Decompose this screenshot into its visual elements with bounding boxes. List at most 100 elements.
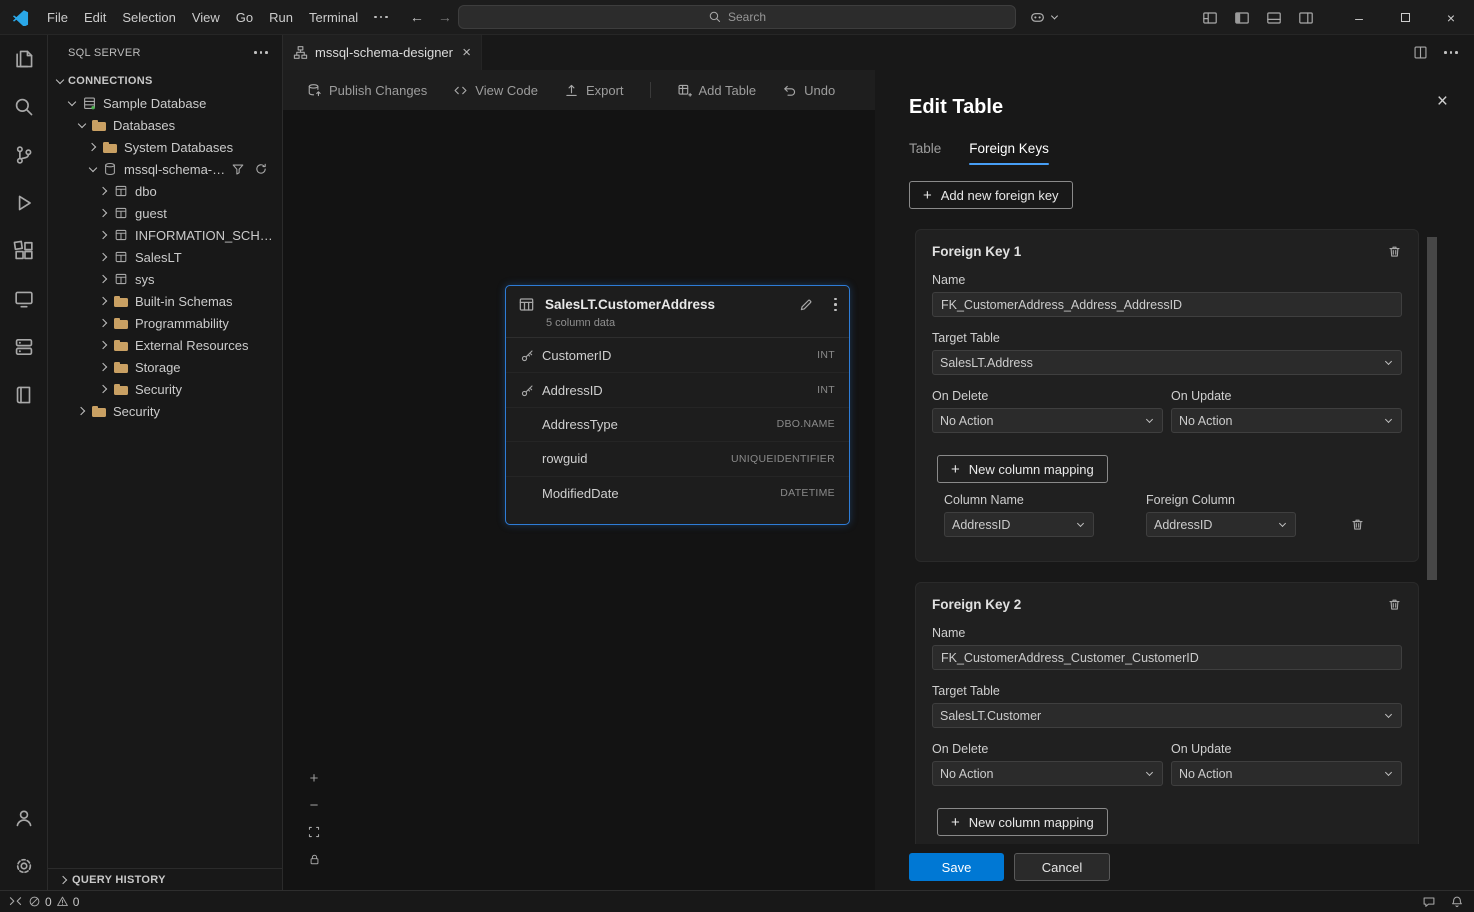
add-table-button[interactable]: Add Table — [677, 83, 757, 98]
column-row[interactable]: ModifiedDate DATETIME — [506, 476, 849, 510]
command-center-search[interactable]: Search — [458, 5, 1016, 29]
refresh-icon[interactable] — [254, 162, 268, 176]
tree-item-guest[interactable]: guest — [48, 202, 282, 224]
column-row[interactable]: rowguid UNIQUEIDENTIFIER — [506, 441, 849, 475]
feedback-icon[interactable] — [1422, 895, 1436, 909]
tab-table[interactable]: Table — [909, 141, 941, 165]
column-row[interactable]: AddressID INT — [506, 372, 849, 406]
tree-item-dbo[interactable]: dbo — [48, 180, 282, 202]
menu-run[interactable]: Run — [261, 6, 301, 29]
extensions-icon[interactable] — [0, 227, 47, 275]
mssql-connections-icon[interactable] — [0, 323, 47, 371]
sidebar-more-actions-icon[interactable] — [254, 51, 268, 54]
export-button[interactable]: Export — [564, 83, 624, 98]
settings-gear-icon[interactable] — [0, 842, 47, 890]
customize-layout-icon[interactable] — [1202, 10, 1218, 26]
tree-item-system-databases[interactable]: System Databases — [48, 136, 282, 158]
fit-view-icon[interactable] — [305, 823, 323, 841]
notifications-bell-icon[interactable] — [1450, 895, 1464, 909]
run-debug-icon[interactable] — [0, 179, 47, 227]
zoom-out-icon[interactable]: − — [305, 796, 323, 814]
menu-go[interactable]: Go — [228, 6, 261, 29]
menu-view[interactable]: View — [184, 6, 228, 29]
tab-foreign-keys[interactable]: Foreign Keys — [969, 141, 1049, 165]
navigate-forward-icon[interactable]: → — [438, 9, 452, 25]
split-editor-icon[interactable] — [1413, 45, 1428, 60]
menu-terminal[interactable]: Terminal — [301, 6, 366, 29]
navigate-back-icon[interactable]: ← — [410, 9, 424, 25]
account-icon[interactable] — [0, 794, 47, 842]
remote-explorer-icon[interactable] — [0, 275, 47, 323]
query-history-section-header[interactable]: QUERY HISTORY — [48, 868, 282, 890]
tree-item-storage[interactable]: Storage — [48, 356, 282, 378]
save-button[interactable]: Save — [909, 853, 1004, 881]
tree-item-information-schema[interactable]: INFORMATION_SCHEMA — [48, 224, 282, 246]
tree-item-built-in-schemas[interactable]: Built-in Schemas — [48, 290, 282, 312]
menu-edit[interactable]: Edit — [76, 6, 114, 29]
explorer-icon[interactable] — [0, 35, 47, 83]
toggle-secondary-sidebar-icon[interactable] — [1298, 10, 1314, 26]
menu-selection[interactable]: Selection — [114, 6, 183, 29]
errors-icon — [28, 895, 41, 908]
delete-foreign-key-icon[interactable] — [1387, 244, 1402, 259]
fk-name-input[interactable] — [932, 292, 1402, 317]
filter-icon[interactable] — [231, 162, 245, 176]
lock-icon[interactable] — [305, 850, 323, 868]
tree-item-security-db[interactable]: Security — [48, 378, 282, 400]
foreign-column-select[interactable]: AddressID — [1146, 512, 1296, 537]
maximize-button[interactable] — [1382, 0, 1428, 35]
menu-more-icon[interactable] — [366, 12, 396, 23]
designer-canvas[interactable]: SalesLT.CustomerAddress 5 column data Cu… — [283, 110, 875, 890]
tree-item-programmability[interactable]: Programmability — [48, 312, 282, 334]
menu-file[interactable]: File — [39, 6, 76, 29]
target-table-select[interactable]: SalesLT.Customer — [932, 703, 1402, 728]
tree-item-databases[interactable]: Databases — [48, 114, 282, 136]
tree-item-mssql-schema-db[interactable]: mssql-schema-de... — [48, 158, 282, 180]
problems-indicator[interactable]: 0 0 — [28, 895, 79, 909]
close-panel-icon[interactable]: × — [1437, 92, 1448, 111]
copilot-menu[interactable] — [1029, 9, 1060, 26]
table-node-customeraddress[interactable]: SalesLT.CustomerAddress 5 column data Cu… — [505, 285, 850, 525]
column-name-select[interactable]: AddressID — [944, 512, 1094, 537]
close-tab-icon[interactable]: × — [462, 45, 471, 60]
connections-section-header[interactable]: CONNECTIONS — [48, 70, 282, 92]
zoom-in-icon[interactable]: + — [305, 769, 323, 787]
tree-item-sample-database[interactable]: Sample Database — [48, 92, 282, 114]
on-update-select[interactable]: No Action — [1171, 408, 1402, 433]
table-card-menu-icon[interactable] — [834, 298, 837, 312]
tree-item-external-resources[interactable]: External Resources — [48, 334, 282, 356]
fk-name-input[interactable] — [932, 645, 1402, 670]
new-column-mapping-button[interactable]: + New column mapping — [937, 455, 1108, 483]
undo-button[interactable]: Undo — [782, 83, 835, 98]
target-table-select[interactable]: SalesLT.Address — [932, 350, 1402, 375]
remote-indicator[interactable] — [8, 894, 23, 909]
cancel-button[interactable]: Cancel — [1014, 853, 1110, 881]
delete-foreign-key-icon[interactable] — [1387, 597, 1402, 612]
tree-item-saleslt[interactable]: SalesLT — [48, 246, 282, 268]
view-code-button[interactable]: View Code — [453, 83, 538, 98]
on-delete-select[interactable]: No Action — [932, 408, 1163, 433]
toggle-primary-sidebar-icon[interactable] — [1234, 10, 1250, 26]
minimize-button[interactable]: – — [1336, 0, 1382, 35]
error-count: 0 — [45, 895, 52, 909]
column-row[interactable]: CustomerID INT — [506, 338, 849, 372]
on-update-select[interactable]: No Action — [1171, 761, 1402, 786]
edit-table-pencil-icon[interactable] — [798, 297, 814, 313]
source-control-icon[interactable] — [0, 131, 47, 179]
tab-mssql-schema-designer[interactable]: mssql-schema-designer × — [283, 35, 482, 70]
panel-footer: Save Cancel — [875, 844, 1474, 890]
publish-changes-button[interactable]: Publish Changes — [307, 83, 427, 98]
add-foreign-key-button[interactable]: + Add new foreign key — [909, 181, 1073, 209]
close-window-button[interactable]: × — [1428, 0, 1474, 35]
editor-more-actions-icon[interactable] — [1444, 51, 1458, 54]
search-sidebar-icon[interactable] — [0, 83, 47, 131]
toggle-panel-icon[interactable] — [1266, 10, 1282, 26]
tree-item-sys[interactable]: sys — [48, 268, 282, 290]
on-delete-select[interactable]: No Action — [932, 761, 1163, 786]
delete-mapping-icon[interactable] — [1350, 517, 1365, 532]
tree-item-security-server[interactable]: Security — [48, 400, 282, 422]
column-row[interactable]: AddressType DBO.NAME — [506, 407, 849, 441]
panel-scrollbar-thumb[interactable] — [1427, 237, 1437, 580]
new-column-mapping-button[interactable]: + New column mapping — [937, 808, 1108, 836]
notebooks-icon[interactable] — [0, 371, 47, 419]
